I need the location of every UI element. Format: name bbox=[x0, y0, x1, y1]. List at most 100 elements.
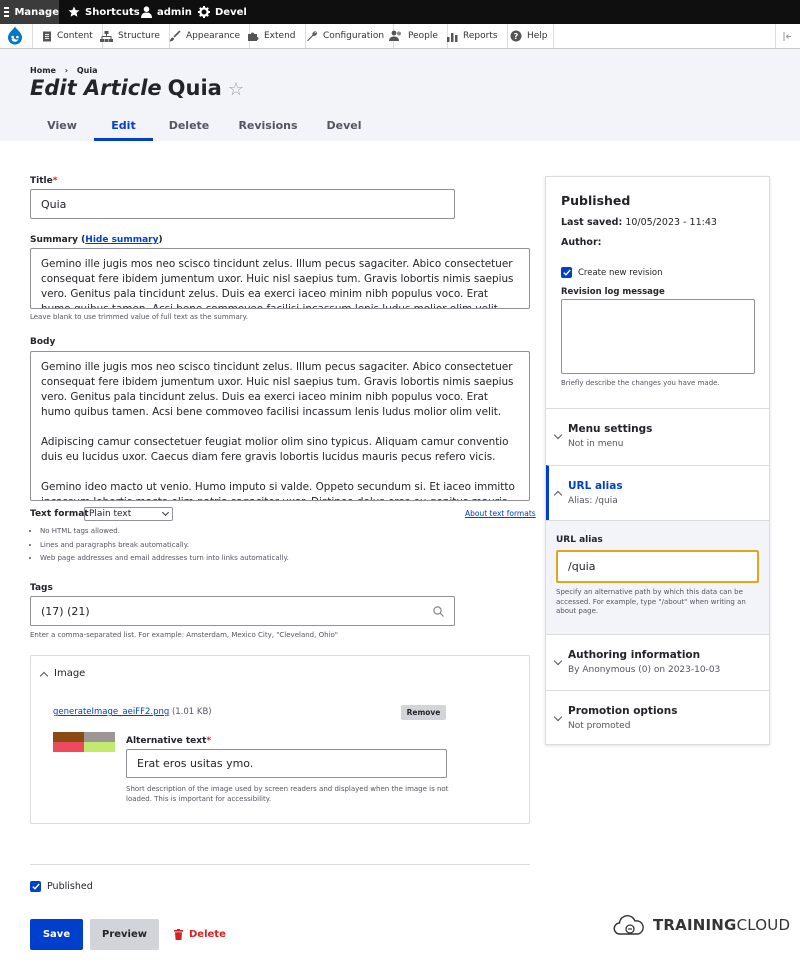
alt-text-help: Short description of the image used by s… bbox=[126, 785, 449, 803]
body-textarea[interactable]: Gemino ille jugis mos neo scisco tincidu… bbox=[30, 351, 530, 501]
tab-view[interactable]: View bbox=[40, 111, 84, 141]
alt-text-label: Alternative text* bbox=[126, 736, 211, 746]
image-file-link[interactable]: generateImage_aeiFF2.png bbox=[53, 707, 169, 717]
toolbar-structure[interactable]: Structure bbox=[91, 24, 170, 48]
url-alias-details: URL alias /quia Specify an alternative p… bbox=[546, 520, 769, 634]
logo-text-light: CLOUD bbox=[736, 916, 791, 934]
chevron-up-icon bbox=[39, 671, 49, 680]
menu-settings-section[interactable]: Menu settings Not in menu bbox=[546, 408, 769, 465]
star-icon bbox=[68, 6, 80, 17]
create-revision-checkbox[interactable] bbox=[561, 267, 572, 278]
image-fieldset: Image generateImage_aeiFF2.png (1.01 KB)… bbox=[30, 655, 530, 824]
title-label-text: Title bbox=[30, 176, 53, 186]
save-button[interactable]: Save bbox=[30, 919, 83, 950]
revision-log-label: Revision log message bbox=[561, 287, 665, 297]
drupal-home-link[interactable] bbox=[0, 24, 33, 48]
toolbar-orientation-toggle[interactable] bbox=[775, 24, 800, 48]
toolbar-appearance[interactable]: Appearance bbox=[160, 24, 251, 48]
url-alias-summary: Alias: /quia bbox=[568, 496, 618, 506]
paintbrush-icon bbox=[169, 30, 181, 42]
breadcrumb-home[interactable]: Home bbox=[30, 66, 56, 75]
summary-help: Leave blank to use trimmed value of full… bbox=[30, 313, 248, 321]
tab-edit[interactable]: Edit bbox=[94, 111, 153, 141]
toolbar-reports[interactable]: Reports bbox=[438, 24, 508, 48]
create-revision-row[interactable]: Create new revision bbox=[561, 267, 663, 278]
toolbar-extend[interactable]: Extend bbox=[238, 24, 306, 48]
shortcuts-menu[interactable]: Shortcuts bbox=[68, 0, 140, 24]
required-marker: * bbox=[52, 176, 58, 186]
title-label: Title* bbox=[30, 176, 57, 186]
chevron-down-icon bbox=[553, 712, 563, 722]
tags-value: (17) (21) bbox=[41, 604, 90, 618]
body-paragraph: Gemino ille jugis mos neo scisco tincidu… bbox=[41, 361, 514, 418]
manage-menu[interactable]: Manage bbox=[0, 0, 59, 24]
toolbar-appearance-label: Appearance bbox=[186, 31, 241, 41]
create-revision-label: Create new revision bbox=[578, 267, 663, 278]
meta-sidebar: Published Last saved: 10/05/2023 - 11:43… bbox=[545, 176, 770, 745]
required-marker: * bbox=[206, 736, 212, 746]
tab-revisions[interactable]: Revisions bbox=[236, 111, 300, 141]
text-format-value: Plain text bbox=[89, 509, 132, 519]
breadcrumb-separator: › bbox=[64, 66, 69, 75]
image-thumbnail bbox=[53, 732, 115, 752]
help-icon: ? bbox=[510, 30, 522, 42]
url-alias-input[interactable]: /quia bbox=[556, 550, 759, 583]
image-label: Image bbox=[54, 668, 86, 679]
last-saved-value: 10/05/2023 - 11:43 bbox=[625, 217, 717, 228]
people-icon bbox=[389, 30, 401, 41]
url-alias-section[interactable]: URL alias Alias: /quia bbox=[546, 465, 769, 520]
authoring-information-section[interactable]: Authoring information By Anonymous (0) o… bbox=[546, 634, 769, 690]
summary-label: Summary (Hide summary) bbox=[30, 235, 163, 245]
toolbar-help[interactable]: ? Help bbox=[501, 24, 554, 48]
devel-menu[interactable]: Devel bbox=[198, 0, 247, 24]
tab-delete[interactable]: Delete bbox=[163, 111, 215, 141]
published-checkbox-row[interactable]: Published bbox=[30, 881, 93, 892]
body-paragraph: Gemino ideo macto ut venio. Humo imputo … bbox=[41, 481, 515, 500]
publish-status: Published bbox=[561, 193, 631, 208]
trash-icon bbox=[174, 929, 183, 940]
alt-text-input[interactable]: Erat eros usitas ymo. bbox=[126, 749, 447, 778]
puzzle-icon bbox=[248, 32, 259, 41]
logo-text-bold: TRAINING bbox=[653, 916, 737, 934]
breadcrumb-current[interactable]: Quia bbox=[77, 66, 98, 75]
wrench-icon bbox=[307, 31, 318, 42]
delete-button[interactable]: Delete bbox=[170, 919, 228, 950]
search-icon bbox=[433, 605, 444, 617]
image-file-info: generateImage_aeiFF2.png (1.01 KB) bbox=[53, 707, 212, 717]
tab-devel[interactable]: Devel bbox=[321, 111, 367, 141]
drupal-logo-icon bbox=[8, 26, 23, 45]
last-saved: Last saved: 10/05/2023 - 11:43 bbox=[561, 217, 717, 228]
page-title-prefix: Edit Article bbox=[30, 76, 162, 100]
preview-button[interactable]: Preview bbox=[90, 919, 159, 950]
author-label: Author: bbox=[561, 237, 602, 248]
orientation-icon bbox=[783, 31, 791, 41]
body-paragraph: Adipiscing camur consectetuer feugiat mo… bbox=[41, 436, 509, 463]
shortcuts-label: Shortcuts bbox=[85, 6, 140, 18]
tags-help: Enter a comma-separated list. For exampl… bbox=[30, 631, 338, 639]
published-checkbox[interactable] bbox=[30, 881, 41, 892]
promotion-options-section[interactable]: Promotion options Not promoted bbox=[546, 690, 769, 744]
summary-textarea[interactable]: Gemino ille jugis mos neo scisco tincidu… bbox=[30, 248, 530, 309]
about-text-formats-link[interactable]: About text formats bbox=[465, 509, 536, 518]
image-summary[interactable]: Image bbox=[39, 668, 86, 680]
remove-button[interactable]: Remove bbox=[401, 705, 446, 720]
authoring-information-title: Authoring information bbox=[568, 649, 701, 661]
format-tips: No HTML tags allowed. Lines and paragrap… bbox=[30, 525, 430, 566]
title-input[interactable]: Quia bbox=[30, 189, 455, 219]
image-file-size: (1.01 KB) bbox=[171, 707, 212, 717]
toolbar-structure-label: Structure bbox=[118, 31, 160, 41]
revision-log-textarea[interactable] bbox=[561, 299, 755, 374]
text-format-select[interactable]: Plain text bbox=[84, 507, 173, 521]
toolbar-help-label: Help bbox=[527, 31, 548, 41]
manage-label: Manage bbox=[14, 6, 59, 18]
favorite-star-icon[interactable]: ☆ bbox=[228, 79, 244, 100]
tags-input[interactable]: (17) (21) bbox=[30, 596, 455, 626]
devel-label: Devel bbox=[215, 6, 247, 18]
toolbar-content-label: Content bbox=[57, 31, 93, 41]
check-icon bbox=[31, 883, 40, 890]
admin-tray: Content Structure Appearance Extend Conf… bbox=[0, 24, 800, 49]
hide-summary-link[interactable]: Hide summary bbox=[85, 235, 158, 245]
user-menu[interactable]: admin bbox=[141, 0, 192, 24]
published-label: Published bbox=[47, 881, 93, 892]
format-tip: No HTML tags allowed. bbox=[40, 525, 430, 539]
